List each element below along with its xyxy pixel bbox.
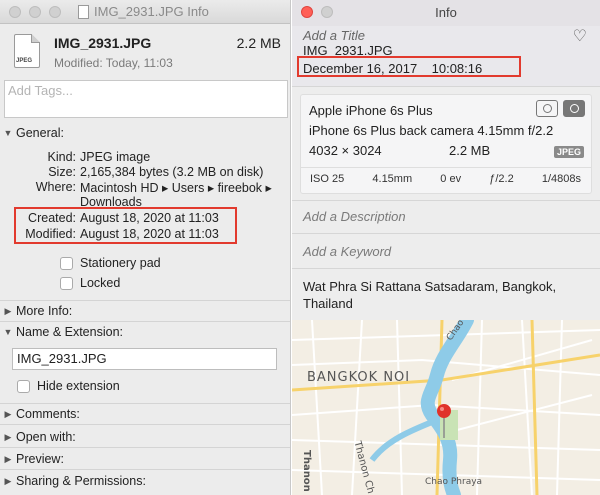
window-title: IMG_2931.JPG Info xyxy=(78,4,209,19)
add-keyword-field[interactable]: Add a Keyword xyxy=(303,244,391,259)
add-title-field[interactable]: Add a Title xyxy=(303,28,365,43)
section-name-extension[interactable]: ▼ Name & Extension: xyxy=(0,325,290,339)
section-comments[interactable]: ▶ Comments: xyxy=(0,407,290,421)
document-icon xyxy=(78,4,89,19)
checkbox[interactable] xyxy=(60,276,73,290)
close-button[interactable] xyxy=(9,6,21,18)
section-open-with[interactable]: ▶ Open with: xyxy=(0,430,290,444)
photo-size: 2.2 MB xyxy=(449,143,491,158)
finder-info-window: IMG_2931.JPG Info JPEG IMG_2931.JPG 2.2 … xyxy=(0,0,291,495)
disclosure-closed-icon: ▶ xyxy=(4,305,12,316)
file-name: IMG_2931.JPG xyxy=(54,35,152,51)
checkbox[interactable] xyxy=(60,256,73,270)
jpeg-file-icon: JPEG xyxy=(14,34,40,68)
disclosure-closed-icon: ▶ xyxy=(4,408,12,419)
section-sharing-permissions[interactable]: ▶ Sharing & Permissions: xyxy=(0,474,290,488)
highlight-annotation xyxy=(14,207,237,244)
lens-info: iPhone 6s Plus back camera 4.15mm f/2.2 xyxy=(309,123,554,138)
finder-titlebar: IMG_2931.JPG Info xyxy=(0,0,290,24)
add-description-field[interactable]: Add a Description xyxy=(303,209,406,224)
disclosure-open-icon: ▼ xyxy=(3,128,13,138)
stationery-pad-checkbox[interactable]: Stationery pad xyxy=(60,256,161,270)
modified-summary: Modified: Today, 11:03 xyxy=(54,56,173,70)
map-graphic xyxy=(292,320,600,495)
highlight-annotation xyxy=(297,56,521,77)
focal-length: 4.15mm xyxy=(372,173,413,185)
section-more-info[interactable]: ▶ More Info: xyxy=(0,304,290,318)
location-text: Wat Phra Si Rattana Satsadaram, Bangkok,… xyxy=(303,279,557,311)
zoom-button[interactable] xyxy=(49,6,61,18)
location-map[interactable]: BANGKOK NOI Chao Phraya Chao Phraya Than… xyxy=(292,320,600,495)
tags-field[interactable]: Add Tags... xyxy=(4,80,288,118)
photos-titlebar: Info xyxy=(292,0,600,26)
aperture: ƒ/2.2 xyxy=(489,173,514,185)
camera-info-card: Apple iPhone 6s Plus iPhone 6s Plus back… xyxy=(300,94,592,194)
iso-value: ISO 25 xyxy=(310,173,345,185)
locked-checkbox[interactable]: Locked xyxy=(60,276,120,290)
file-size: 2.2 MB xyxy=(236,35,281,51)
name-extension-field[interactable]: IMG_2931.JPG xyxy=(12,348,277,370)
exposure-bias: 0 ev xyxy=(440,173,462,185)
minimize-button[interactable] xyxy=(29,6,41,18)
photos-info-panel: Info Add a Title ♡ IMG_2931.JPG December… xyxy=(292,0,600,495)
section-preview[interactable]: ▶ Preview: xyxy=(0,452,290,466)
jpeg-badge: JPEG xyxy=(553,146,584,158)
camera-filled-icon xyxy=(563,100,585,117)
panel-title: Info xyxy=(435,5,457,20)
disclosure-closed-icon: ▶ xyxy=(4,453,12,464)
photo-header: Add a Title ♡ IMG_2931.JPG December 16, … xyxy=(292,26,600,86)
camera-model: Apple iPhone 6s Plus xyxy=(309,103,433,118)
exif-row: ISO 25 4.15mm 0 ev ƒ/2.2 1/4808s xyxy=(301,173,591,185)
hide-extension-checkbox[interactable]: Hide extension xyxy=(17,379,120,393)
section-general[interactable]: ▼ General: xyxy=(0,126,290,140)
heart-icon[interactable]: ♡ xyxy=(573,26,587,46)
disclosure-closed-icon: ▶ xyxy=(4,431,12,442)
checkbox[interactable] xyxy=(17,379,30,393)
file-summary: JPEG IMG_2931.JPG 2.2 MB Modified: Today… xyxy=(0,25,290,77)
shutter-speed: 1/4808s xyxy=(541,173,581,185)
disclosure-closed-icon: ▶ xyxy=(4,475,12,486)
dimensions: 4032 × 3024 xyxy=(309,143,382,158)
camera-icon xyxy=(536,100,558,117)
disclosure-open-icon: ▼ xyxy=(3,327,13,337)
